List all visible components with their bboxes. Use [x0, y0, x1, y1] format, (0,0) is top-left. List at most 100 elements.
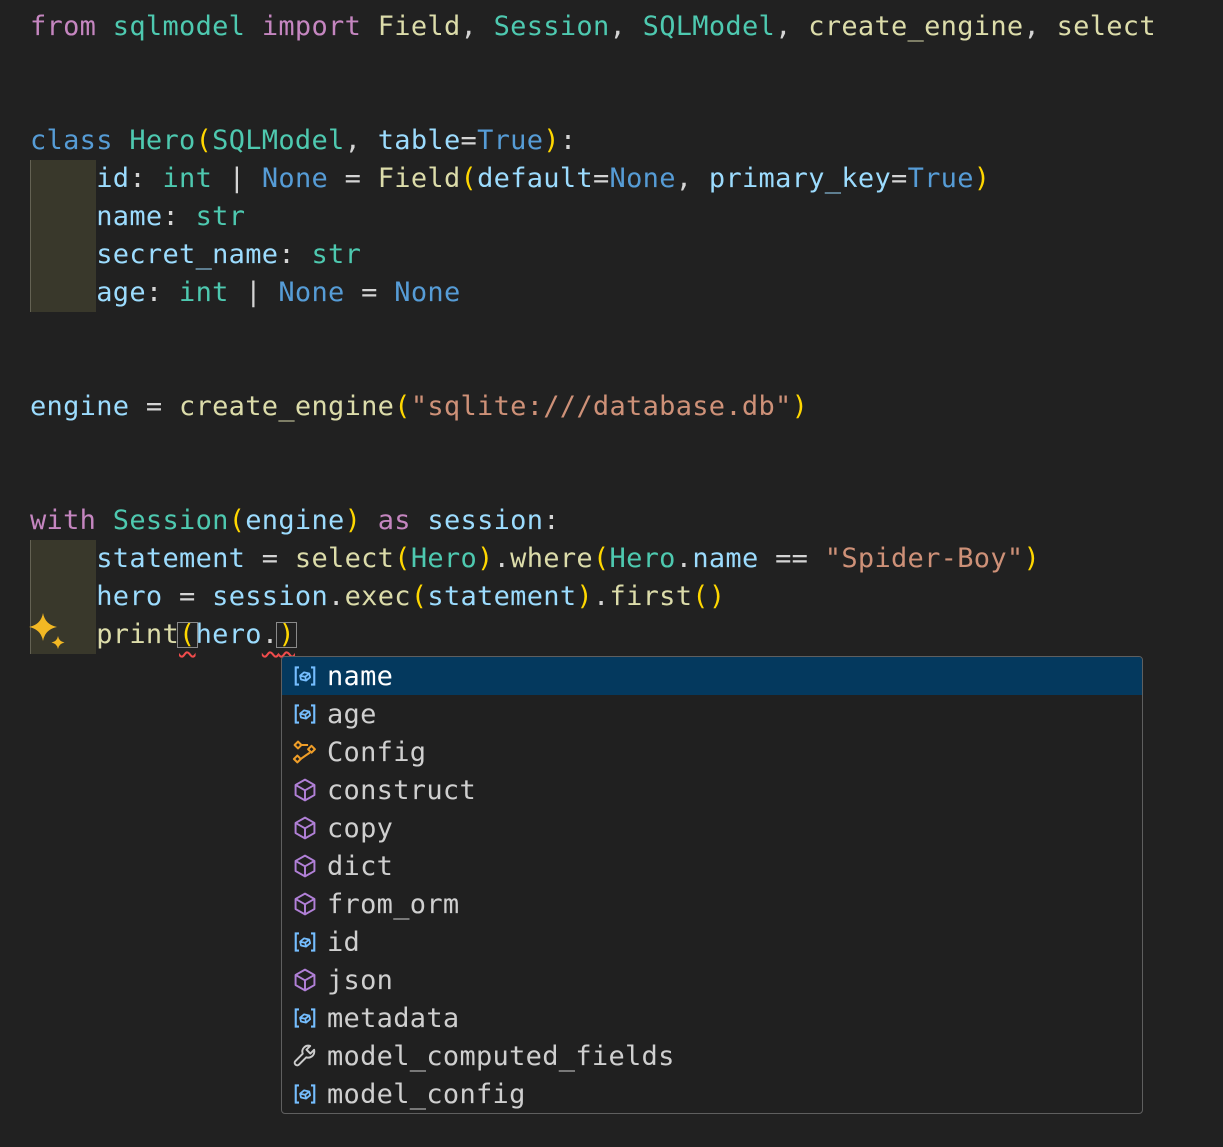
code-editor[interactable]: from sqlmodel import Field, Session, SQL… — [0, 0, 1223, 1147]
code-line[interactable]: secret_name: str — [30, 236, 361, 274]
code-token: : — [543, 505, 560, 536]
code-token: engine — [30, 391, 130, 422]
code-token: int — [179, 277, 229, 308]
code-token: int — [162, 163, 213, 194]
symbol-field-icon — [288, 929, 322, 955]
code-token: : — [145, 277, 180, 308]
completion-item-label: age — [327, 698, 377, 730]
code-line[interactable]: name: str — [30, 198, 245, 236]
code-token: ( — [692, 581, 709, 612]
code-token: Field — [377, 163, 461, 194]
code-line[interactable]: statement = select(Hero).where(Hero.name… — [30, 540, 1040, 578]
code-line[interactable]: age: int | None = None — [30, 274, 461, 312]
code-token: ) — [543, 125, 560, 156]
completion-item-name[interactable]: name — [282, 657, 1142, 695]
completion-item-id[interactable]: id — [282, 923, 1142, 961]
code-line[interactable]: engine = create_engine("sqlite:///databa… — [30, 388, 808, 426]
code-token: : — [559, 125, 577, 156]
code-token: ( — [410, 581, 428, 612]
symbol-field-icon — [288, 1081, 322, 1107]
code-token: = — [129, 391, 180, 422]
completion-item-from_orm[interactable]: from_orm — [282, 885, 1142, 923]
code-token: Hero — [410, 543, 478, 574]
code-token: statement — [96, 543, 246, 574]
symbol-method-icon — [288, 967, 322, 993]
code-token: from — [30, 11, 97, 42]
code-token: select — [294, 543, 395, 574]
code-token: | — [228, 277, 279, 308]
completion-item-Config[interactable]: Config — [282, 733, 1142, 771]
completion-item-age[interactable]: age — [282, 695, 1142, 733]
code-token: ( — [394, 391, 411, 422]
completion-item-copy[interactable]: copy — [282, 809, 1142, 847]
code-line[interactable]: with Session(engine) as session: — [30, 502, 560, 540]
code-token: select — [1056, 11, 1156, 42]
code-token: ) — [973, 163, 991, 194]
code-line[interactable]: id: int | None = Field(default=None, pri… — [30, 160, 990, 198]
code-token: ) — [1023, 543, 1041, 574]
completion-item-label: Config — [327, 736, 427, 768]
code-line[interactable]: class Hero(SQLModel, table=True): — [30, 122, 576, 160]
code-token: None — [278, 277, 345, 308]
code-token: print — [96, 619, 180, 650]
completion-item-model_computed_fields[interactable]: model_computed_fields — [282, 1037, 1142, 1075]
code-token: primary_key — [708, 163, 891, 194]
code-token: ) — [477, 543, 494, 574]
code-token: table — [377, 125, 461, 156]
code-token: , — [460, 11, 494, 42]
ai-sparkle-icon[interactable] — [27, 611, 67, 651]
code-token: exec — [344, 581, 411, 612]
code-token: ) — [344, 505, 362, 536]
symbol-method-icon — [288, 891, 322, 917]
code-token: create_engine — [179, 391, 395, 422]
code-token: ) — [791, 391, 809, 422]
code-token: Field — [377, 11, 461, 42]
code-token: Hero — [129, 125, 196, 156]
symbol-method-icon — [288, 777, 322, 803]
code-token: ( — [460, 163, 478, 194]
completion-item-label: model_config — [327, 1078, 526, 1110]
code-line[interactable]: from sqlmodel import Field, Session, SQL… — [30, 8, 1156, 46]
completion-item-label: copy — [327, 812, 394, 844]
completion-item-model_config[interactable]: model_config — [282, 1075, 1142, 1113]
symbol-method-icon — [288, 815, 322, 841]
code-token: ( — [394, 543, 411, 574]
code-token: hero — [195, 619, 262, 650]
code-token: = — [344, 277, 395, 308]
code-token: SQLModel — [642, 11, 776, 42]
completion-item-label: construct — [327, 774, 476, 806]
completion-item-construct[interactable]: construct — [282, 771, 1142, 809]
code-token: Hero — [609, 543, 676, 574]
code-token: None — [609, 163, 676, 194]
code-token: : — [278, 239, 312, 270]
code-token: SQLModel — [212, 125, 345, 156]
code-token: create_engine — [808, 11, 1024, 42]
code-token: , — [344, 125, 378, 156]
code-token: == — [758, 543, 825, 574]
code-token: = — [245, 543, 295, 574]
code-token: ) — [278, 619, 295, 650]
code-line[interactable]: print(hero.) — [30, 616, 295, 654]
completion-item-dict[interactable]: dict — [282, 847, 1142, 885]
code-token: ( — [592, 543, 610, 574]
code-token: id — [96, 163, 130, 194]
completion-item-json[interactable]: json — [282, 961, 1142, 999]
symbol-property-icon — [288, 1043, 322, 1069]
code-token: secret_name — [96, 239, 279, 270]
code-line[interactable]: hero = session.exec(statement).first() — [30, 578, 725, 616]
completion-item-metadata[interactable]: metadata — [282, 999, 1142, 1037]
code-token: sqlmodel — [112, 11, 246, 42]
symbol-field-icon — [288, 701, 322, 727]
symbol-class-icon — [288, 739, 322, 765]
code-token: None — [394, 277, 461, 308]
symbol-field-icon — [288, 663, 322, 689]
